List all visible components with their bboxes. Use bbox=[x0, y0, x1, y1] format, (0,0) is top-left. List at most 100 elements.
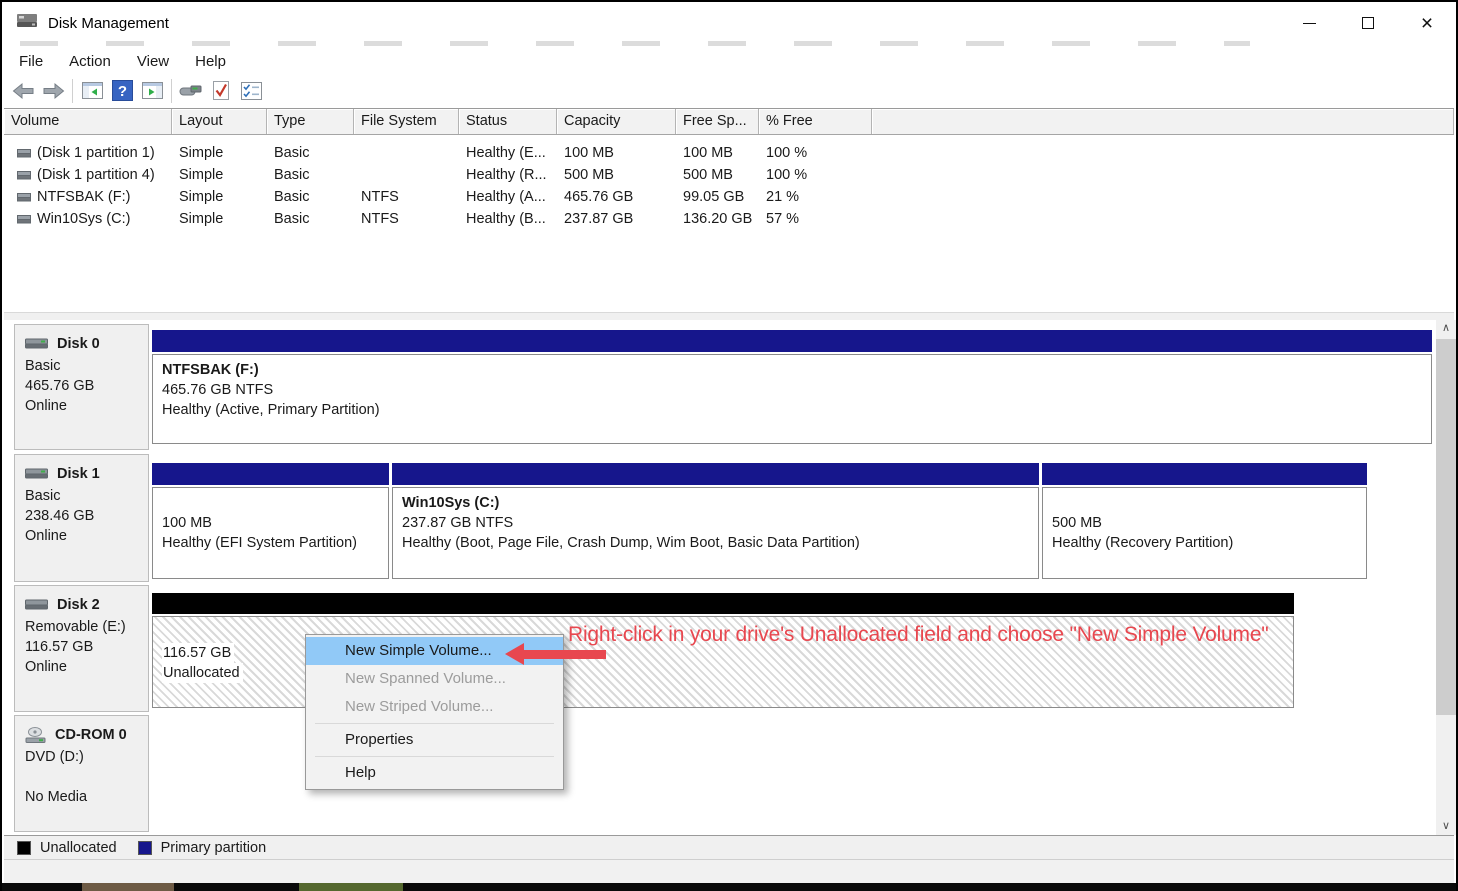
partition-win10sys[interactable]: Win10Sys (C:) 237.87 GB NTFS Healthy (Bo… bbox=[392, 463, 1039, 579]
menu-help[interactable]: Help bbox=[182, 51, 239, 72]
legend-bar: Unallocated Primary partition bbox=[4, 835, 1454, 859]
close-button[interactable]: × bbox=[1404, 8, 1450, 38]
column-header-file-system[interactable]: File System bbox=[354, 109, 459, 134]
disk-size: 465.76 GB bbox=[25, 376, 148, 396]
disk2-row: Disk 2 Removable (E:) 116.57 GB Online 1… bbox=[4, 585, 1454, 712]
minimize-icon bbox=[1303, 23, 1316, 24]
disk-name: Disk 1 bbox=[57, 464, 100, 484]
cell-status: Healthy (B... bbox=[459, 211, 557, 227]
console-tree-button[interactable] bbox=[77, 77, 107, 105]
volume-list-pane: Volume Layout Type File System Status Ca… bbox=[4, 108, 1454, 312]
partition-health: Healthy (Boot, Page File, Crash Dump, Wi… bbox=[402, 533, 1038, 553]
partition-health: Healthy (Recovery Partition) bbox=[1052, 533, 1366, 553]
menu-action[interactable]: Action bbox=[56, 51, 124, 72]
cell-layout: Simple bbox=[172, 145, 267, 161]
cell-layout: Simple bbox=[172, 167, 267, 183]
cd-rom-icon bbox=[25, 727, 47, 744]
toolbar: ? bbox=[8, 74, 1450, 107]
menu-item-new-striped-volume[interactable]: New Striped Volume... bbox=[306, 693, 563, 721]
check-document-icon bbox=[212, 80, 231, 101]
menubar: File Action View Help bbox=[6, 48, 239, 74]
partition-efi[interactable]: 100 MB Healthy (EFI System Partition) bbox=[152, 463, 389, 579]
table-row[interactable]: (Disk 1 partition 1) Simple Basic Health… bbox=[4, 142, 1454, 163]
maximize-button[interactable] bbox=[1345, 8, 1391, 38]
menu-file[interactable]: File bbox=[6, 51, 56, 72]
cell-fs: NTFS bbox=[354, 189, 459, 205]
cell-status: Healthy (R... bbox=[459, 167, 557, 183]
app-disk-icon[interactable] bbox=[16, 11, 39, 35]
table-row[interactable]: (Disk 1 partition 4) Simple Basic Health… bbox=[4, 164, 1454, 185]
primary-partition-swatch bbox=[138, 841, 152, 855]
disk-name: Disk 0 bbox=[57, 334, 100, 354]
desktop-fragment bbox=[82, 883, 174, 891]
table-row[interactable]: Win10Sys (C:) Simple Basic NTFS Healthy … bbox=[4, 208, 1454, 229]
scroll-up-arrow-icon[interactable]: ∧ bbox=[1436, 320, 1456, 337]
cell-status: Healthy (E... bbox=[459, 145, 557, 161]
table-row[interactable]: NTFSBAK (F:) Simple Basic NTFS Healthy (… bbox=[4, 186, 1454, 207]
disk-name: Disk 2 bbox=[57, 595, 100, 615]
scrollbar-thumb[interactable] bbox=[1436, 339, 1456, 715]
cell-type: Basic bbox=[267, 167, 354, 183]
task-list-button[interactable] bbox=[236, 77, 266, 105]
menu-item-new-spanned-volume[interactable]: New Spanned Volume... bbox=[306, 665, 563, 693]
cell-capacity: 100 MB bbox=[557, 145, 676, 161]
disk1-label[interactable]: Disk 1 Basic 238.46 GB Online bbox=[14, 454, 149, 582]
window-bottom-strip bbox=[4, 859, 1454, 883]
menu-view[interactable]: View bbox=[124, 51, 182, 72]
toolbar-separator bbox=[72, 79, 73, 103]
volume-name: Win10Sys (C:) bbox=[37, 211, 130, 227]
disk-kind: Basic bbox=[25, 486, 148, 506]
cell-type: Basic bbox=[267, 145, 354, 161]
disk-kind: Basic bbox=[25, 356, 148, 376]
disk-graph-pane: Disk 0 Basic 465.76 GB Online NTFSBAK (F… bbox=[4, 320, 1454, 835]
partition-recovery[interactable]: 500 MB Healthy (Recovery Partition) bbox=[1042, 463, 1367, 579]
check-document-button[interactable] bbox=[206, 77, 236, 105]
unallocated-label: Unallocated bbox=[162, 663, 243, 683]
column-header-free-space[interactable]: Free Sp... bbox=[676, 109, 759, 134]
partition-ntfsbak[interactable]: NTFSBAK (F:) 465.76 GB NTFS Healthy (Act… bbox=[152, 330, 1432, 444]
volume-name: NTFSBAK (F:) bbox=[37, 189, 130, 205]
titlebar: Disk Management × bbox=[2, 2, 1456, 44]
rescan-disks-button[interactable] bbox=[176, 77, 206, 105]
task-list-icon bbox=[241, 82, 262, 100]
column-header-type[interactable]: Type bbox=[267, 109, 354, 134]
disk0-label[interactable]: Disk 0 Basic 465.76 GB Online bbox=[14, 324, 149, 450]
column-header-volume[interactable]: Volume bbox=[4, 109, 172, 134]
partition-health: Healthy (EFI System Partition) bbox=[162, 533, 388, 553]
cdrom-row: CD-ROM 0 DVD (D:) No Media bbox=[4, 715, 1454, 832]
vertical-scrollbar[interactable]: ∧ ∨ bbox=[1436, 320, 1456, 835]
pane-splitter[interactable] bbox=[4, 312, 1454, 320]
menu-item-help[interactable]: Help bbox=[306, 759, 563, 787]
volume-icon bbox=[17, 192, 31, 202]
cdrom-status: No Media bbox=[25, 787, 148, 807]
column-header-status[interactable]: Status bbox=[459, 109, 557, 134]
menu-item-properties[interactable]: Properties bbox=[306, 726, 563, 754]
minimize-button[interactable] bbox=[1286, 8, 1332, 38]
disk-management-window: Disk Management × File Action View Help … bbox=[0, 0, 1458, 891]
volume-icon bbox=[17, 214, 31, 224]
svg-text:?: ? bbox=[117, 83, 126, 100]
desktop-fragment bbox=[299, 883, 403, 891]
menu-separator bbox=[315, 723, 554, 724]
column-header-pct-free[interactable]: % Free bbox=[759, 109, 872, 134]
cdrom-label[interactable]: CD-ROM 0 DVD (D:) No Media bbox=[14, 715, 149, 832]
cell-free: 136.20 GB bbox=[676, 211, 759, 227]
partition-size: 237.87 GB NTFS bbox=[402, 513, 1038, 533]
forward-button[interactable] bbox=[38, 77, 68, 105]
action-pane-button[interactable] bbox=[137, 77, 167, 105]
scroll-down-arrow-icon[interactable]: ∨ bbox=[1436, 818, 1456, 835]
disk2-label[interactable]: Disk 2 Removable (E:) 116.57 GB Online bbox=[14, 585, 149, 712]
partition-health: Healthy (Active, Primary Partition) bbox=[162, 400, 1431, 420]
column-header-capacity[interactable]: Capacity bbox=[557, 109, 676, 134]
partition-size: 465.76 GB NTFS bbox=[162, 380, 1431, 400]
back-button[interactable] bbox=[8, 77, 38, 105]
rescan-disks-icon bbox=[179, 83, 203, 98]
help-button[interactable]: ? bbox=[107, 77, 137, 105]
column-header-layout[interactable]: Layout bbox=[172, 109, 267, 134]
cell-layout: Simple bbox=[172, 189, 267, 205]
cdrom-name: CD-ROM 0 bbox=[55, 725, 127, 745]
console-tree-icon bbox=[82, 82, 103, 99]
partition-title: Win10Sys (C:) bbox=[402, 493, 1038, 513]
volume-name: (Disk 1 partition 1) bbox=[37, 145, 155, 161]
partition-title bbox=[162, 493, 388, 513]
